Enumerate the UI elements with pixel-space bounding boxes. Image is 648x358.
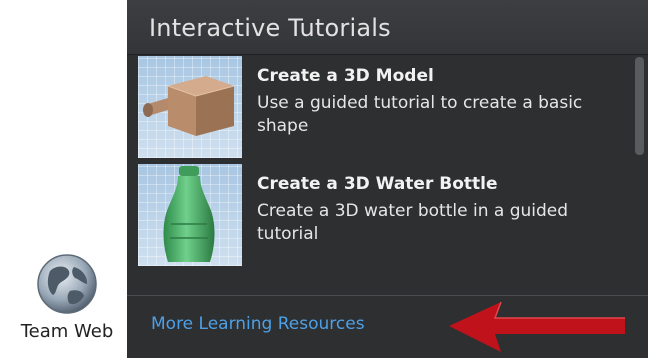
tutorial-title: Create a 3D Model: [257, 66, 434, 86]
water-bottle-thumbnail: [138, 164, 242, 266]
scrollbar-thumb[interactable]: [635, 57, 644, 155]
tutorial-description: Create a 3D water bottle in a guided tut…: [257, 201, 569, 244]
tutorial-title: Create a 3D Water Bottle: [257, 174, 498, 194]
globe-icon[interactable]: [36, 253, 98, 315]
panel-title: Interactive Tutorials: [149, 14, 391, 42]
tutorial-description: Use a guided tutorial to create a basic …: [257, 93, 583, 136]
red-arrow-icon: [445, 296, 629, 358]
tutorial-item-water-bottle[interactable]: Create a 3D Water Bottle Create a 3D wat…: [127, 163, 632, 267]
tutorial-item-3d-model[interactable]: Create a 3D Model Use a guided tutorial …: [127, 55, 632, 159]
interactive-tutorials-panel: Interactive Tutorials Create a 3D Model …: [127, 0, 648, 358]
more-learning-resources-link[interactable]: More Learning Resources: [151, 314, 365, 334]
panel-header: Interactive Tutorials: [127, 0, 648, 55]
3d-model-thumbnail: [138, 56, 242, 158]
team-web-label: Team Web: [20, 321, 114, 342]
tutorial-list[interactable]: Create a 3D Model Use a guided tutorial …: [127, 55, 648, 277]
team-web-launcher[interactable]: Team Web: [0, 0, 127, 358]
